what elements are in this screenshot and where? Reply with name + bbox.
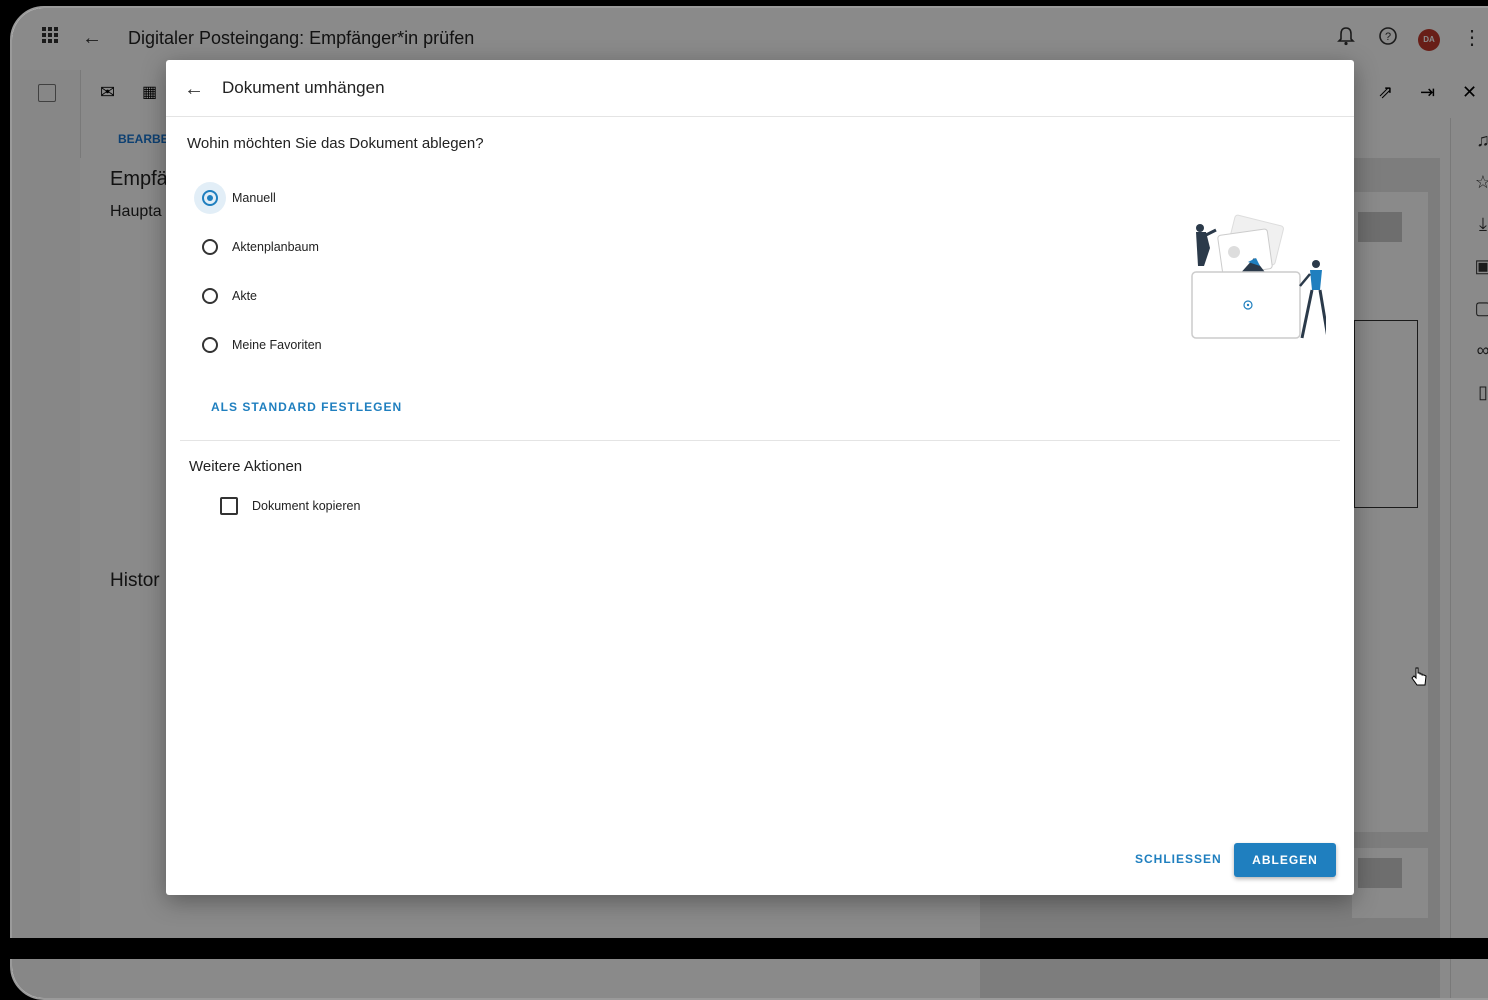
radio-label: Akte bbox=[232, 289, 258, 303]
arrow-left-icon[interactable]: ← bbox=[184, 78, 206, 100]
destination-question: Wohin möchten Sie das Dokument ablegen? bbox=[187, 135, 484, 152]
checkbox-label: Dokument kopieren bbox=[252, 499, 361, 513]
section-divider bbox=[180, 440, 1340, 441]
screen-bottom-edge bbox=[0, 938, 1488, 959]
hand-cursor-icon bbox=[1411, 667, 1427, 686]
dialog-title: Dokument umhängen bbox=[222, 78, 385, 97]
file-document-button[interactable]: ABLEGEN bbox=[1234, 843, 1336, 877]
copy-document-checkbox-row[interactable]: Dokument kopieren bbox=[220, 497, 360, 515]
radio-option-aktenplanbaum[interactable]: Aktenplanbaum bbox=[202, 232, 319, 262]
document-folder-illustration bbox=[1191, 214, 1326, 339]
radio-button[interactable] bbox=[202, 239, 218, 255]
checkbox-unchecked-icon[interactable] bbox=[220, 497, 238, 515]
radio-button[interactable] bbox=[202, 337, 218, 353]
app-window: ← Digitaler Posteingang: Empfänger*in pr… bbox=[12, 8, 1488, 998]
radio-unchecked-icon bbox=[202, 288, 218, 304]
further-actions-heading: Weitere Aktionen bbox=[189, 458, 303, 475]
radio-option-akte[interactable]: Akte bbox=[202, 281, 257, 311]
radio-button[interactable] bbox=[194, 182, 226, 214]
radio-label: Manuell bbox=[232, 191, 276, 205]
close-button[interactable]: SCHLIESSEN bbox=[1135, 852, 1222, 866]
radio-label: Aktenplanbaum bbox=[232, 240, 319, 254]
set-default-link[interactable]: ALS STANDARD FESTLEGEN bbox=[211, 400, 402, 414]
radio-unchecked-icon bbox=[202, 239, 218, 255]
radio-option-meine-favoriten[interactable]: Meine Favoriten bbox=[202, 330, 322, 360]
radio-checked-icon bbox=[202, 190, 218, 206]
radio-option-manuell[interactable]: Manuell bbox=[194, 182, 276, 214]
move-document-dialog: ← Dokument umhängen Wohin möchten Sie da… bbox=[166, 60, 1354, 895]
radio-label: Meine Favoriten bbox=[232, 338, 322, 352]
radio-unchecked-icon bbox=[202, 337, 218, 353]
dialog-header: ← Dokument umhängen bbox=[166, 60, 1354, 117]
radio-button[interactable] bbox=[202, 288, 218, 304]
device-frame: ← Digitaler Posteingang: Empfänger*in pr… bbox=[10, 6, 1488, 1000]
